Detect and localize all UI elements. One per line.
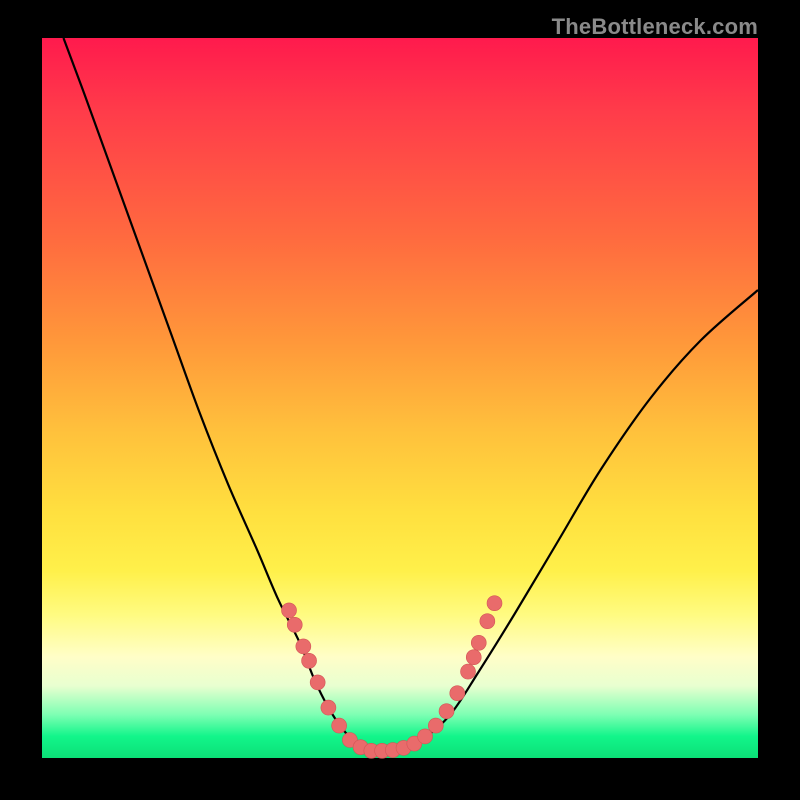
- data-point: [466, 650, 481, 665]
- watermark-text: TheBottleneck.com: [552, 14, 758, 40]
- data-point: [302, 653, 317, 668]
- data-point: [310, 675, 325, 690]
- data-point: [282, 603, 297, 618]
- data-point: [321, 700, 336, 715]
- data-point: [487, 596, 502, 611]
- data-point: [296, 639, 311, 654]
- data-point: [450, 686, 465, 701]
- bottleneck-curve: [63, 38, 758, 751]
- data-point: [287, 617, 302, 632]
- data-point: [480, 614, 495, 629]
- data-point: [471, 635, 486, 650]
- data-point: [418, 729, 433, 744]
- scatter-points: [282, 596, 502, 759]
- data-point: [439, 704, 454, 719]
- data-point: [332, 718, 347, 733]
- plot-area: [42, 38, 758, 758]
- data-point: [428, 718, 443, 733]
- data-point: [461, 664, 476, 679]
- chart-frame: TheBottleneck.com: [0, 0, 800, 800]
- chart-svg: [42, 38, 758, 758]
